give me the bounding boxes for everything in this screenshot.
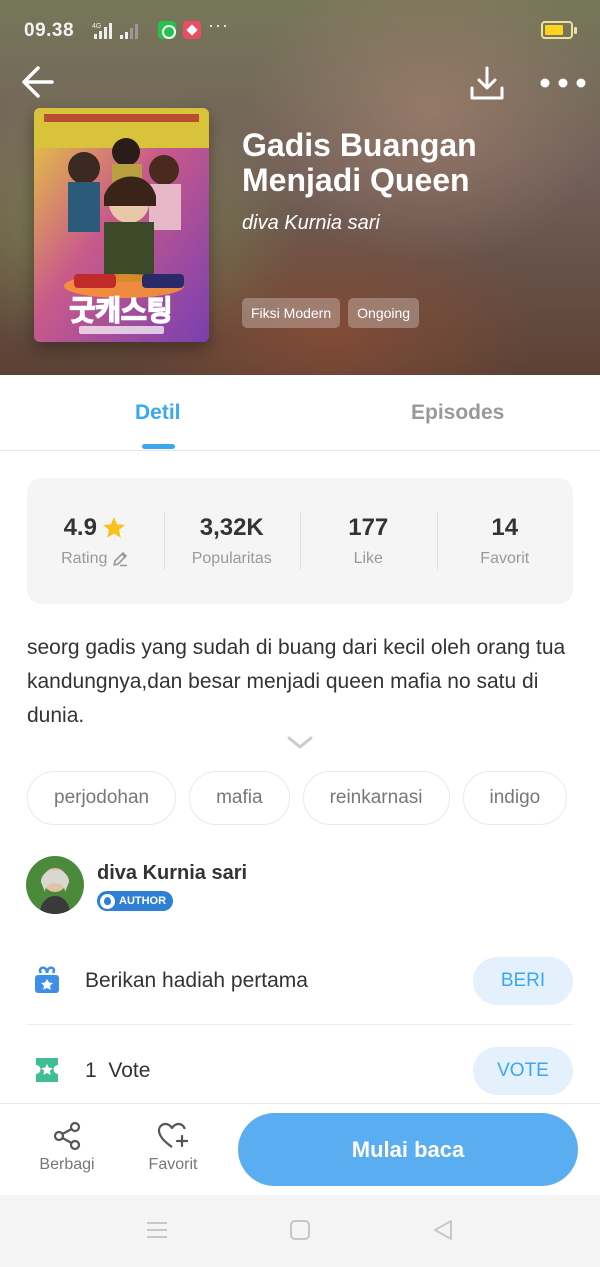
tab-bar: Detil Episodes xyxy=(0,375,600,451)
share-button[interactable]: Berbagi xyxy=(27,1120,107,1174)
star-icon xyxy=(103,517,125,538)
gift-text: Berikan hadiah pertama xyxy=(85,969,308,992)
back-arrow-icon[interactable] xyxy=(18,62,58,102)
keyword-chips: perjodohan mafia reinkarnasi indigo xyxy=(27,771,568,825)
system-nav-bar xyxy=(0,1195,600,1267)
book-cover: 굿캐스팅 xyxy=(34,108,209,342)
status-tag: Ongoing xyxy=(348,298,420,328)
share-label: Berbagi xyxy=(39,1156,95,1173)
keyword-chip[interactable]: mafia xyxy=(189,771,290,825)
home-icon[interactable] xyxy=(287,1217,313,1243)
download-icon[interactable] xyxy=(466,62,508,104)
favorite-label: Favorit xyxy=(480,550,530,567)
chevron-down-icon[interactable] xyxy=(286,732,314,752)
battery-icon xyxy=(541,21,577,39)
signal-icon: 4G xyxy=(92,23,138,39)
bottom-action-bar: Berbagi Favorit Mulai baca xyxy=(0,1103,600,1195)
keyword-chip[interactable]: perjodohan xyxy=(27,771,177,825)
app-notification-icon xyxy=(183,21,201,39)
like-label: Like xyxy=(353,550,383,567)
like-value: 177 xyxy=(348,514,389,541)
author-badge-label: AUTHOR xyxy=(119,895,167,907)
vote-button[interactable]: VOTE xyxy=(473,1047,573,1095)
cover-art: 굿캐스팅 xyxy=(34,108,209,342)
more-notifications-icon: ··· xyxy=(208,15,229,35)
book-description: seorg gadis yang sudah di buang dari kec… xyxy=(27,636,566,727)
stat-popularity: 3,32K Popularitas xyxy=(163,478,301,604)
more-options-icon[interactable] xyxy=(538,68,588,98)
stat-favorite: 14 Favorit xyxy=(436,478,574,604)
gift-button[interactable]: BERI xyxy=(473,957,573,1005)
menu-icon[interactable] xyxy=(144,1217,170,1243)
whatsapp-icon xyxy=(158,21,176,39)
status-bar: 09.38 4G ··· xyxy=(0,0,600,60)
genre-tag[interactable]: Fiksi Modern xyxy=(242,298,341,328)
popularity-label: Popularitas xyxy=(191,550,272,567)
favorite-button[interactable]: Favorit xyxy=(133,1120,213,1174)
rating-label: Rating xyxy=(61,550,108,567)
author-badge: AUTHOR xyxy=(97,891,174,911)
start-reading-button[interactable]: Mulai baca xyxy=(238,1113,578,1186)
gift-row: Berikan hadiah pertama BERI xyxy=(27,947,573,1025)
rating-value: 4.9 xyxy=(63,514,97,541)
author-avatar[interactable] xyxy=(26,856,84,914)
svg-text:굿캐스팅: 굿캐스팅 xyxy=(69,294,172,327)
keyword-chip[interactable]: indigo xyxy=(462,771,568,825)
keyword-chip[interactable]: reinkarnasi xyxy=(302,771,450,825)
tab-detil[interactable]: Detil xyxy=(135,401,181,425)
stat-like: 177 Like xyxy=(300,478,437,604)
divider xyxy=(27,1024,573,1025)
book-title: Gadis Buangan Menjadi Queen xyxy=(242,127,477,198)
edit-pencil-icon[interactable] xyxy=(111,550,129,568)
book-header: 09.38 4G ··· 굿캐스팅 Gadis Buangan Menjadi … xyxy=(0,0,600,375)
favorite-label: Favorit xyxy=(148,1156,198,1173)
stats-card: 4.9 Rating 3,32K Popularitas 177 Like 14… xyxy=(27,478,573,604)
book-author[interactable]: diva Kurnia sari xyxy=(242,212,380,235)
network-label: 4G xyxy=(92,23,101,30)
status-time: 09.38 xyxy=(24,20,75,41)
tab-episodes[interactable]: Episodes xyxy=(411,401,504,425)
popularity-value: 3,32K xyxy=(199,514,264,541)
back-triangle-icon[interactable] xyxy=(430,1217,456,1243)
stat-rating[interactable]: 4.9 Rating xyxy=(27,478,164,604)
share-icon xyxy=(53,1121,81,1151)
active-tab-indicator xyxy=(142,444,175,449)
author-name[interactable]: diva Kurnia sari xyxy=(97,862,247,885)
author-badge-icon xyxy=(100,893,115,909)
gift-icon xyxy=(35,966,59,993)
vote-text: 1 Vote xyxy=(85,1059,151,1082)
genre-tags: Fiksi Modern Ongoing xyxy=(242,298,420,328)
vote-ticket-icon xyxy=(36,1058,58,1082)
heart-plus-icon xyxy=(157,1122,189,1148)
favorite-value: 14 xyxy=(491,514,519,541)
